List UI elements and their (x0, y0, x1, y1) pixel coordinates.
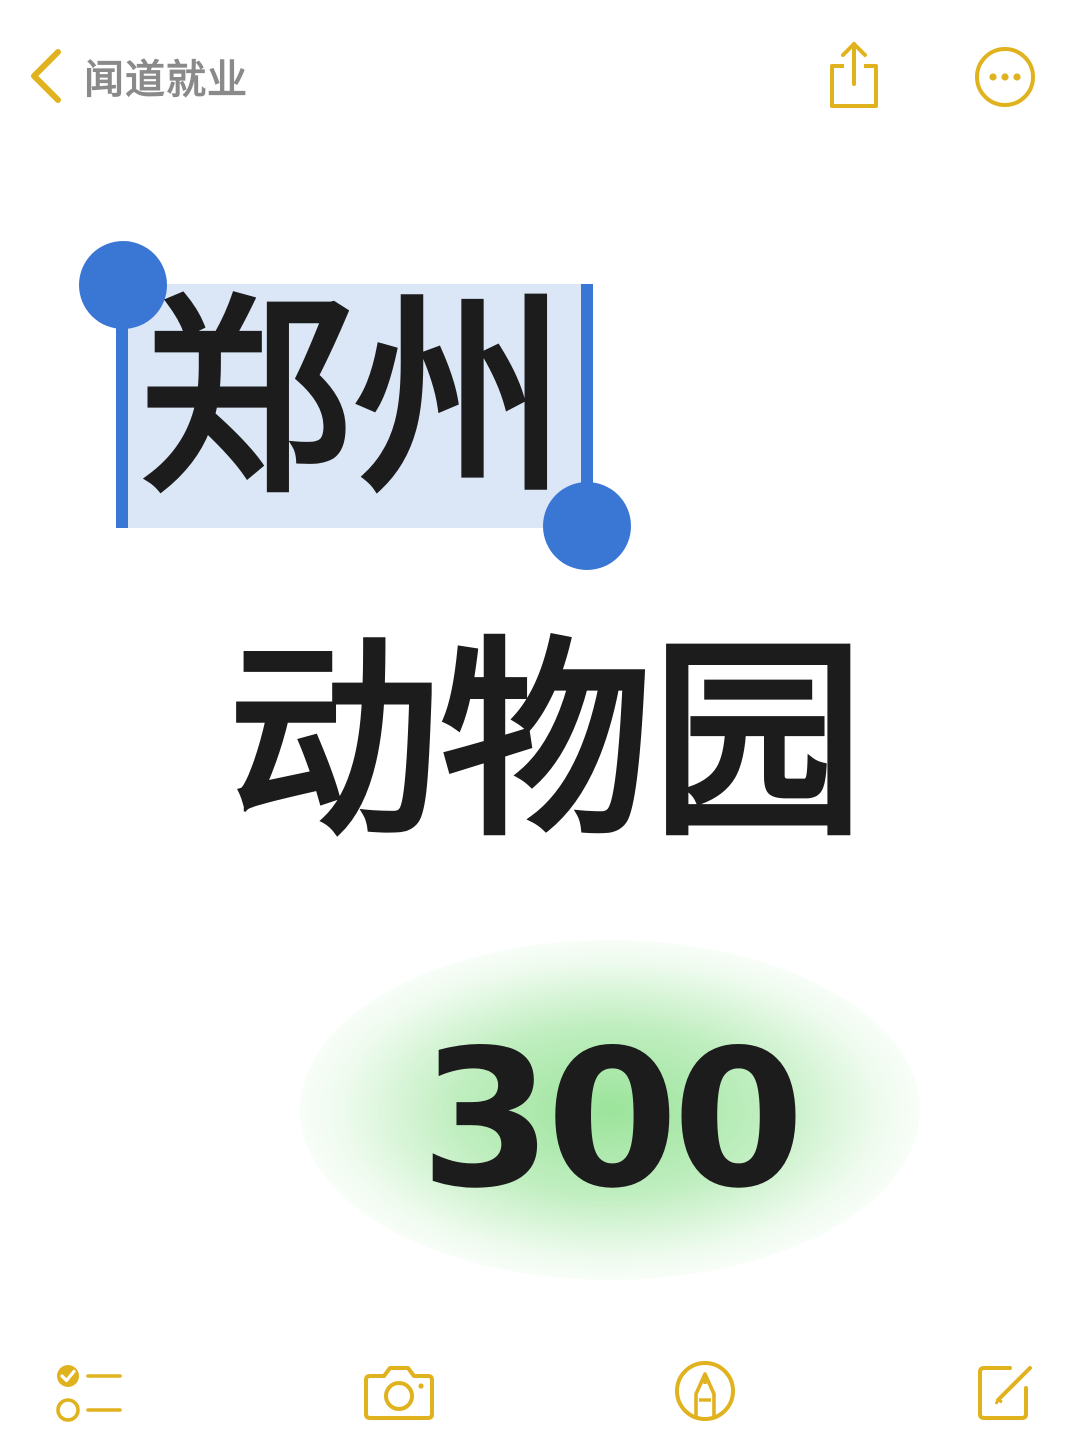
navigation-bar: 闻道就业 (0, 0, 1080, 150)
chevron-left-icon (26, 48, 64, 104)
note-line-place[interactable]: 动物园 (228, 632, 864, 852)
share-button[interactable] (826, 40, 882, 110)
checklist-button[interactable] (54, 1362, 124, 1424)
back-button[interactable]: 闻道就业 (26, 44, 248, 108)
camera-button[interactable] (362, 1364, 436, 1422)
share-icon (826, 40, 882, 110)
back-label: 闻道就业 (84, 57, 248, 103)
markup-button[interactable] (674, 1360, 736, 1422)
markup-pen-icon (674, 1360, 736, 1422)
bottom-toolbar (0, 1340, 1080, 1443)
compose-icon (974, 1360, 1038, 1422)
note-line-city[interactable]: 郑州 (140, 284, 568, 514)
checklist-icon (54, 1362, 124, 1424)
more-options-button[interactable] (974, 46, 1036, 108)
note-line-price[interactable]: 300 (420, 1025, 805, 1215)
more-options-icon (974, 46, 1036, 108)
compose-button[interactable] (974, 1360, 1038, 1422)
camera-icon (362, 1364, 436, 1422)
